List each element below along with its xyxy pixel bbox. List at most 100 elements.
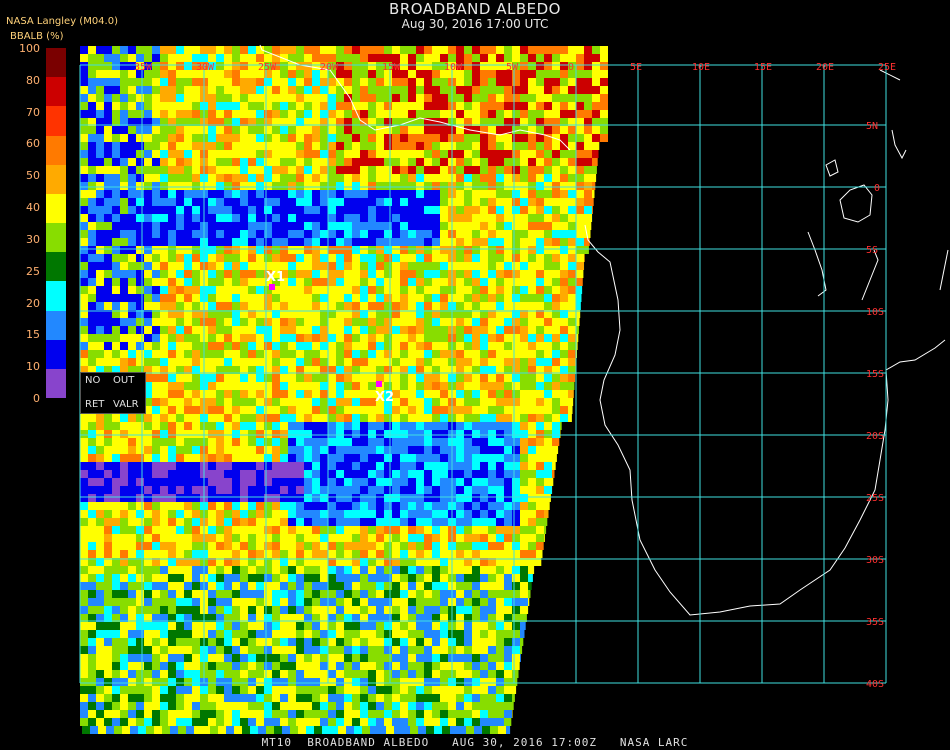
imagery-pixel — [192, 46, 200, 54]
imagery-pixel — [440, 206, 448, 214]
imagery-pixel — [288, 662, 296, 670]
imagery-pixel — [112, 438, 120, 446]
imagery-pixel — [456, 382, 464, 390]
imagery-pixel — [352, 406, 360, 414]
imagery-pixel — [376, 462, 384, 470]
imagery-pixel — [296, 478, 304, 486]
imagery-pixel — [488, 374, 496, 382]
imagery-pixel — [120, 222, 128, 230]
imagery-pixel — [136, 646, 144, 654]
imagery-pixel — [136, 582, 144, 590]
imagery-pixel — [184, 174, 192, 182]
imagery-pixel — [592, 78, 600, 86]
imagery-pixel — [160, 142, 168, 150]
imagery-pixel — [504, 422, 512, 430]
imagery-pixel — [328, 150, 336, 158]
imagery-pixel — [176, 374, 184, 382]
imagery-pixel — [416, 94, 424, 102]
imagery-pixel — [568, 94, 576, 102]
imagery-pixel — [424, 390, 432, 398]
imagery-pixel — [568, 238, 576, 246]
imagery-pixel — [392, 190, 400, 198]
imagery-pixel — [80, 462, 88, 470]
imagery-pixel — [520, 526, 528, 534]
imagery-pixel — [248, 606, 256, 614]
imagery-pixel — [360, 478, 368, 486]
imagery-pixel — [280, 654, 288, 662]
imagery-pixel — [192, 662, 200, 670]
imagery-pixel — [528, 238, 536, 246]
imagery-pixel — [136, 334, 144, 342]
imagery-pixel — [488, 582, 496, 590]
imagery-pixel — [376, 246, 384, 254]
imagery-pixel — [144, 94, 152, 102]
imagery-pixel — [240, 254, 248, 262]
imagery-pixel — [88, 238, 96, 246]
imagery-pixel — [544, 222, 552, 230]
imagery-pixel — [512, 142, 520, 150]
imagery-pixel — [336, 422, 344, 430]
imagery-pixel — [144, 278, 152, 286]
imagery-pixel — [192, 550, 200, 558]
imagery-pixel — [440, 302, 448, 310]
imagery-pixel — [256, 662, 264, 670]
imagery-pixel — [152, 294, 160, 302]
imagery-pixel — [120, 414, 128, 422]
imagery-pixel — [368, 630, 376, 638]
imagery-pixel — [512, 78, 520, 86]
imagery-pixel — [416, 646, 424, 654]
imagery-pixel — [368, 470, 376, 478]
imagery-pixel — [184, 302, 192, 310]
imagery-pixel — [88, 502, 96, 510]
imagery-pixel — [192, 78, 200, 86]
imagery-pixel — [336, 134, 344, 142]
imagery-pixel — [136, 126, 144, 134]
imagery-pixel — [416, 214, 424, 222]
imagery-pixel — [160, 414, 168, 422]
imagery-pixel — [272, 678, 280, 686]
imagery-pixel — [360, 398, 368, 406]
imagery-pixel — [152, 54, 160, 62]
imagery-pixel — [512, 478, 520, 486]
imagery-pixel — [352, 134, 360, 142]
imagery-pixel — [512, 526, 520, 534]
imagery-pixel — [264, 670, 272, 678]
imagery-pixel — [264, 414, 272, 422]
imagery-pixel — [264, 550, 272, 558]
imagery-pixel — [168, 446, 176, 454]
imagery-pixel — [272, 158, 280, 166]
imagery-pixel — [216, 238, 224, 246]
imagery-pixel — [432, 438, 440, 446]
imagery-pixel — [384, 494, 392, 502]
imagery-pixel — [256, 350, 264, 358]
imagery-pixel — [440, 526, 448, 534]
imagery-pixel — [136, 438, 144, 446]
imagery-pixel — [384, 94, 392, 102]
imagery-pixel — [80, 678, 88, 686]
imagery-pixel — [168, 454, 176, 462]
imagery-pixel — [552, 86, 560, 94]
imagery-pixel — [432, 374, 440, 382]
imagery-pixel — [424, 574, 432, 582]
imagery-pixel — [344, 422, 352, 430]
imagery-pixel — [400, 246, 408, 254]
imagery-pixel — [568, 326, 576, 334]
imagery-pixel — [208, 86, 216, 94]
imagery-pixel — [272, 94, 280, 102]
imagery-pixel — [232, 566, 240, 574]
imagery-pixel — [96, 646, 104, 654]
imagery-pixel — [456, 294, 464, 302]
imagery-pixel — [192, 598, 200, 606]
imagery-pixel — [304, 390, 312, 398]
imagery-pixel — [536, 190, 544, 198]
imagery-pixel — [464, 638, 472, 646]
imagery-pixel — [152, 230, 160, 238]
imagery-pixel — [224, 286, 232, 294]
imagery-pixel — [256, 270, 264, 278]
imagery-pixel — [472, 622, 480, 630]
imagery-pixel — [112, 574, 120, 582]
imagery-pixel — [296, 254, 304, 262]
imagery-pixel — [368, 374, 376, 382]
imagery-pixel — [240, 414, 248, 422]
imagery-pixel — [280, 494, 288, 502]
